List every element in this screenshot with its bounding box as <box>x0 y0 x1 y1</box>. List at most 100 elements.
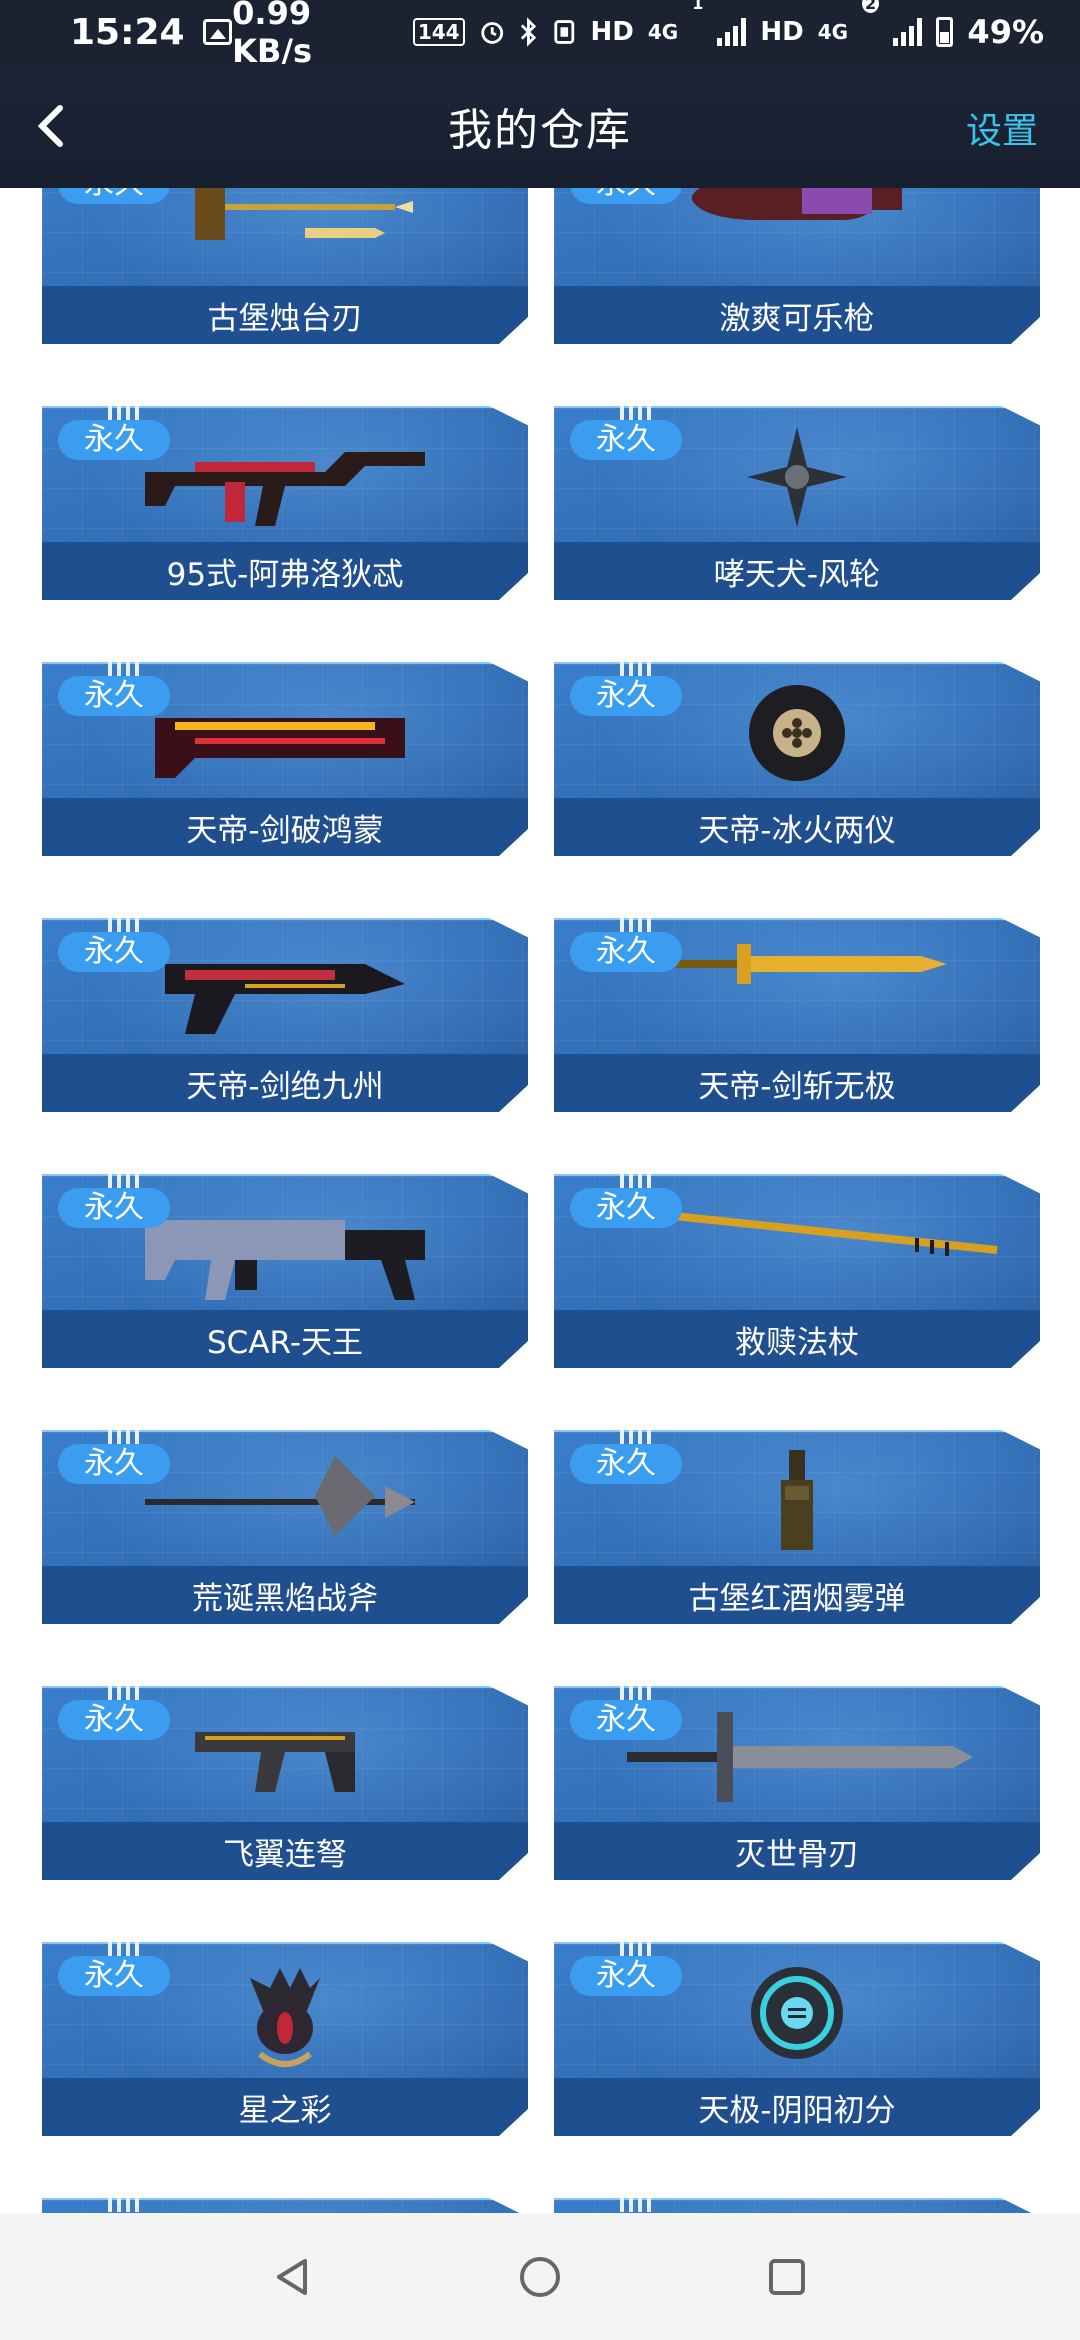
permanent-badge: 永久 <box>570 1188 682 1228</box>
permanent-badge: 永久 <box>58 1700 170 1740</box>
wine-bottle-icon <box>767 1446 827 1560</box>
heavy-gun-icon <box>135 678 435 792</box>
hd-label-2: HD <box>760 17 804 47</box>
item-name: 星之彩 <box>42 2078 528 2136</box>
vibrate-icon <box>554 20 575 44</box>
warehouse-item-card[interactable]: 永久救赎法杖 <box>554 1174 1040 1368</box>
warehouse-item-card[interactable]: 永久荒诞黑焰战斧 <box>42 1430 528 1624</box>
status-bar: 15:24 0.99 KB/s 144 HD 4G 1 HD 4G 2 49% <box>0 0 1080 70</box>
item-name: 救赎法杖 <box>554 1310 1040 1368</box>
permanent-badge: 永久 <box>58 1444 170 1484</box>
item-name: 激爽可乐枪 <box>554 286 1040 344</box>
card-tick-marks <box>620 2198 651 2212</box>
refresh-rate-icon: 144 <box>412 18 465 46</box>
cola-gun-icon <box>682 188 912 250</box>
permanent-badge: 永久 <box>58 1956 170 1996</box>
page-title: 我的仓库 <box>448 105 632 156</box>
warehouse-item-card[interactable]: 永久古堡烛台刃 <box>42 188 528 344</box>
status-indicators: 0.99 KB/s 144 HD 4G 1 HD 4G 2 49% <box>232 0 1044 70</box>
item-name: 天帝-冰火两仪 <box>554 798 1040 856</box>
item-name: 灭世骨刃 <box>554 1822 1040 1880</box>
permanent-badge: 永久 <box>570 1956 682 1996</box>
rifle-icon <box>135 422 435 536</box>
square-recents-icon <box>768 2258 805 2295</box>
system-recents-button[interactable] <box>757 2247 817 2307</box>
permanent-badge: 永久 <box>58 932 170 972</box>
back-button[interactable] <box>26 94 86 158</box>
warehouse-item-card-partial[interactable] <box>42 2198 528 2213</box>
item-name: 古堡红酒烟雾弹 <box>554 1566 1040 1624</box>
permanent-badge: 永久 <box>58 676 170 716</box>
permanent-badge: 永久 <box>58 188 170 204</box>
battery-level: 49% <box>967 13 1045 51</box>
bluetooth-icon <box>520 17 537 47</box>
permanent-badge: 永久 <box>570 188 682 204</box>
sim-2-label: 2 <box>862 0 880 13</box>
triangle-back-icon <box>277 2258 308 2295</box>
network-speed: 0.99 KB/s <box>232 0 313 70</box>
warehouse-item-card[interactable]: 永久古堡红酒烟雾弹 <box>554 1430 1040 1624</box>
chevron-left-icon <box>37 105 63 147</box>
warehouse-item-card[interactable]: 永久星之彩 <box>42 1942 528 2136</box>
card-tick-marks <box>620 1686 651 1700</box>
warehouse-item-card[interactable]: 永久 95式-阿弗洛狄忒 <box>42 406 528 600</box>
card-tick-marks <box>620 406 651 420</box>
signal-2-icon <box>893 18 923 46</box>
permanent-badge: 永久 <box>58 1188 170 1228</box>
warehouse-list[interactable]: 永久古堡烛台刃永久激爽可乐枪永久95式-阿弗洛狄忒永久哮天犬-风轮永久天帝-剑破… <box>0 188 1080 2213</box>
permanent-badge: 永久 <box>570 1444 682 1484</box>
settings-button[interactable]: 设置 <box>966 102 1038 154</box>
warehouse-item-card[interactable]: 永久 飞翼连弩 <box>42 1686 528 1880</box>
permanent-badge: 永久 <box>570 932 682 972</box>
card-tick-marks <box>620 1942 651 1956</box>
card-tick-marks <box>108 2198 139 2212</box>
item-name: 古堡烛台刃 <box>42 286 528 344</box>
warehouse-item-card[interactable]: 永久 天帝-剑斩无极 <box>554 918 1040 1112</box>
card-tick-marks <box>108 662 139 676</box>
battery-icon <box>936 17 954 47</box>
scar-rifle-icon <box>135 1190 435 1314</box>
network-type-1: 4G <box>647 20 679 44</box>
alarm-icon <box>480 22 503 44</box>
network-type-2: 4G <box>817 20 849 44</box>
warehouse-item-card[interactable]: 永久天帝-剑破鸿蒙 <box>42 662 528 856</box>
warehouse-item-card[interactable]: 永久灭世骨刃 <box>554 1686 1040 1880</box>
orb-grenade-icon <box>742 1958 852 2072</box>
permanent-badge: 永久 <box>58 420 170 460</box>
grenade-ball-icon <box>742 678 852 792</box>
warehouse-item-card-partial[interactable] <box>554 2198 1040 2213</box>
crossbow-icon <box>175 1702 395 1806</box>
item-name: 天帝-剑破鸿蒙 <box>42 798 528 856</box>
card-tick-marks <box>108 918 139 932</box>
warehouse-item-card[interactable]: 永久天帝-冰火两仪 <box>554 662 1040 856</box>
permanent-badge: 永久 <box>570 420 682 460</box>
blaster-icon <box>145 934 425 1048</box>
warehouse-item-card[interactable]: 永久 哮天犬-风轮 <box>554 406 1040 600</box>
card-tick-marks <box>108 406 139 420</box>
circle-home-icon <box>519 2256 560 2297</box>
shuriken-icon <box>742 422 852 536</box>
warehouse-item-card[interactable]: 永久激爽可乐枪 <box>554 188 1040 344</box>
candelabra-blade-icon <box>155 188 415 260</box>
card-tick-marks <box>108 1942 139 1956</box>
item-name: 天极-阴阳初分 <box>554 2078 1040 2136</box>
warehouse-item-card[interactable]: 永久 天帝-剑绝九州 <box>42 918 528 1112</box>
warehouse-item-card[interactable]: 永久天极-阴阳初分 <box>554 1942 1040 2136</box>
card-tick-marks <box>108 1174 139 1188</box>
permanent-badge: 永久 <box>570 1700 682 1740</box>
card-tick-marks <box>620 662 651 676</box>
permanent-badge: 永久 <box>570 676 682 716</box>
system-home-button[interactable] <box>510 2247 570 2307</box>
golden-sword-icon <box>647 934 947 998</box>
card-tick-marks <box>620 1174 651 1188</box>
status-time: 15:24 <box>70 11 185 53</box>
warehouse-item-card[interactable]: 永久 SCAR-天王 <box>42 1174 528 1368</box>
card-tick-marks <box>108 1686 139 1700</box>
system-nav-bar <box>0 2213 1080 2340</box>
card-tick-marks <box>108 1430 139 1444</box>
card-tick-marks <box>620 1430 651 1444</box>
item-name: 荒诞黑焰战斧 <box>42 1566 528 1624</box>
system-back-button[interactable] <box>263 2247 323 2307</box>
image-notification-icon <box>202 19 233 45</box>
item-name: 95式-阿弗洛狄忒 <box>42 542 528 600</box>
